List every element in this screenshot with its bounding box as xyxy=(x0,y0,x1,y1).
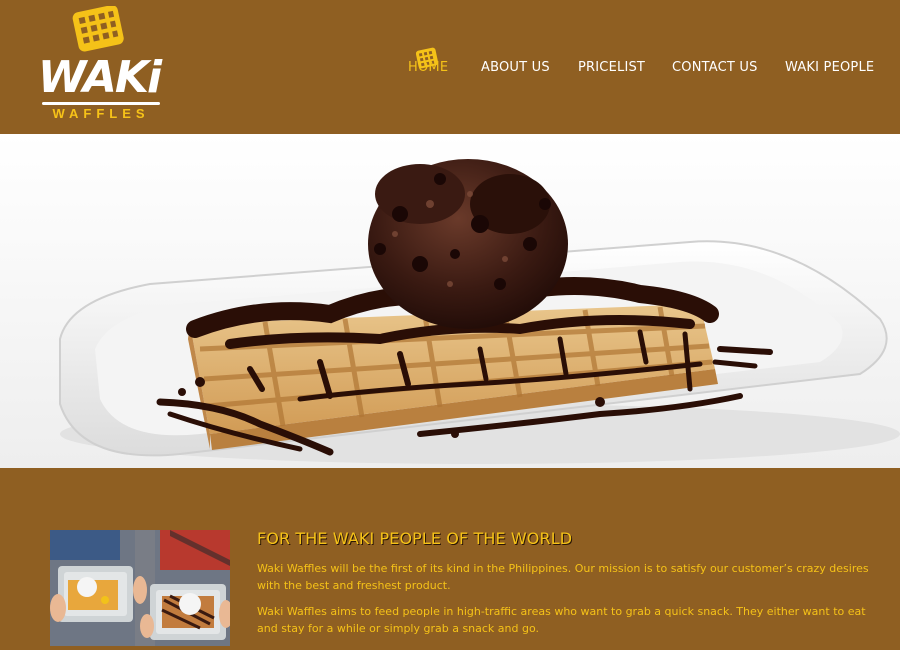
nav-waki-people[interactable]: WAKI PEOPLE xyxy=(785,60,874,75)
about-section: FOR THE WAKI PEOPLE OF THE WORLD Waki Wa… xyxy=(0,468,900,650)
about-heading: FOR THE WAKI PEOPLE OF THE WORLD xyxy=(257,529,573,548)
nav-pricelist[interactable]: PRICELIST xyxy=(578,60,645,75)
main-nav: HOME ABOUT US PRICELIST CONTACT US WAKI … xyxy=(0,60,900,80)
waffle-dessert-photo xyxy=(0,134,900,468)
nav-about-us[interactable]: ABOUT US xyxy=(481,60,550,75)
nav-contact-us[interactable]: CONTACT US xyxy=(672,60,758,75)
about-paragraph-2: Waki Waffles aims to feed people in high… xyxy=(257,605,866,635)
logo-underline xyxy=(42,102,160,105)
logo-subtitle: WAFFLES xyxy=(52,106,150,121)
nav-home[interactable]: HOME xyxy=(408,60,448,75)
about-paragraph-1: Waki Waffles will be the first of its ki… xyxy=(257,562,869,592)
waffle-trays-image xyxy=(50,530,230,646)
site-header: WAKi WAFFLES HOME ABOUT US PRICELIST CON… xyxy=(0,0,900,134)
hero-banner-image xyxy=(0,134,900,468)
waffle-trays-photo xyxy=(50,530,230,646)
